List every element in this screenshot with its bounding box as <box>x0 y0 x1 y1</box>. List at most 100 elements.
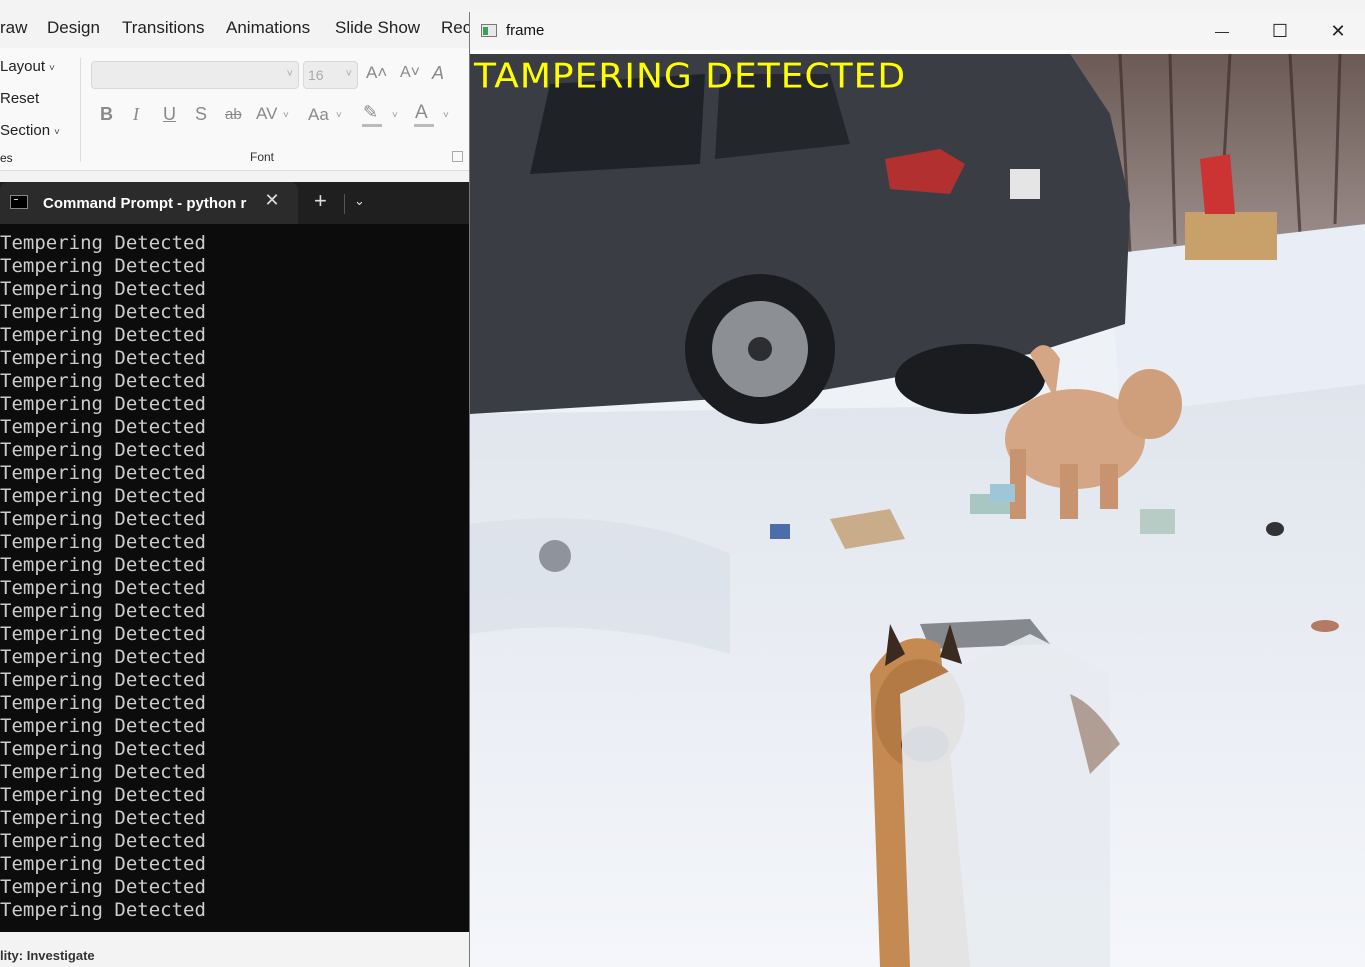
terminal-output-line: Tempering Detected <box>0 807 206 829</box>
terminal-output-line: Tempering Detected <box>0 577 206 599</box>
bold-button[interactable]: B <box>100 104 113 125</box>
terminal-output-line: Tempering Detected <box>0 278 206 300</box>
terminal-output-line: Tempering Detected <box>0 324 206 346</box>
chevron-down-icon: ˅ <box>286 68 293 80</box>
terminal-output-line: Tempering Detected <box>0 554 206 576</box>
close-button[interactable]: ✕ <box>1309 12 1365 50</box>
highlight-color-icon[interactable]: ✎ <box>363 102 378 123</box>
group-divider <box>80 58 81 162</box>
change-case-button[interactable]: Aa <box>308 105 329 125</box>
font-size-value: 16 <box>308 67 324 83</box>
font-color-button[interactable]: A <box>415 102 428 124</box>
font-color-swatch <box>414 124 434 127</box>
terminal-output-line: Tempering Detected <box>0 255 206 277</box>
terminal-output-line: Tempering Detected <box>0 830 206 852</box>
frame-window: frame — ☐ ✕ TAMPERING DETECTED <box>469 12 1365 967</box>
character-spacing-button[interactable]: AV <box>256 104 277 124</box>
terminal-output-line: Tempering Detected <box>0 784 206 806</box>
terminal-output-line: Tempering Detected <box>0 853 206 875</box>
chevron-down-icon: ˅ <box>54 127 60 138</box>
tab-design[interactable]: Design <box>47 18 100 38</box>
tab-draw[interactable]: raw <box>0 18 27 38</box>
terminal-output-line: Tempering Detected <box>0 485 206 507</box>
terminal-output-line: Tempering Detected <box>0 370 206 392</box>
terminal-output-line: Tempering Detected <box>0 692 206 714</box>
terminal-output-line: Tempering Detected <box>0 416 206 438</box>
clear-formatting-button[interactable]: A <box>432 63 444 84</box>
reset-button[interactable]: Reset <box>0 90 39 107</box>
chevron-down-icon: ˅ <box>345 68 352 80</box>
terminal-tab[interactable]: Command Prompt - python r ✕ <box>0 182 298 224</box>
frame-window-title: frame <box>506 22 545 39</box>
ribbon-panel: Layout ˅ Reset Section ˅ es ˅ 16 ˅ A˄ A˅ A… <box>0 48 470 171</box>
frame-titlebar[interactable]: frame — ☐ ✕ <box>470 12 1365 50</box>
terminal-output-line: Tempering Detected <box>0 738 206 760</box>
terminal-output-line: Tempering Detected <box>0 876 206 898</box>
grow-font-button[interactable]: A˄ <box>366 63 387 83</box>
dialog-launcher-icon[interactable] <box>452 151 463 162</box>
new-tab-button[interactable]: + <box>314 188 327 214</box>
accessibility-status[interactable]: lity: Investigate <box>0 948 95 963</box>
terminal-output-line: Tempering Detected <box>0 462 206 484</box>
strikethrough-button[interactable]: ab <box>225 106 242 123</box>
tab-slide-show[interactable]: Slide Show <box>335 18 420 38</box>
chevron-down-icon[interactable]: ⌄ <box>354 193 365 209</box>
terminal-output-line: Tempering Detected <box>0 899 206 921</box>
terminal-output-line: Tempering Detected <box>0 623 206 645</box>
chevron-down-icon: ˅ <box>392 110 398 121</box>
font-name-combo[interactable]: ˅ <box>91 61 299 89</box>
license-plate <box>1010 169 1040 199</box>
close-icon[interactable]: ✕ <box>262 190 282 211</box>
tab-animations[interactable]: Animations <box>226 18 310 38</box>
terminal-output-line: Tempering Detected <box>0 301 206 323</box>
tab-record[interactable]: Rec <box>441 18 471 38</box>
font-group-label: Font <box>250 150 275 164</box>
terminal-window: Command Prompt - python r ✕ + ⌄ Temperin… <box>0 182 470 932</box>
shepherd-dog <box>870 624 1120 967</box>
layout-label: Layout <box>0 58 46 75</box>
maximize-button[interactable]: ☐ <box>1251 12 1309 50</box>
text-shadow-button[interactable]: S <box>195 104 207 125</box>
window-app-icon <box>481 24 497 37</box>
shrink-font-button[interactable]: A˅ <box>400 64 420 82</box>
command-prompt-icon <box>10 195 28 209</box>
cardboard-box <box>1185 212 1277 260</box>
terminal-output-line: Tempering Detected <box>0 508 206 530</box>
layout-button[interactable]: Layout ˅ <box>0 58 55 75</box>
minimize-button[interactable]: — <box>1193 12 1251 50</box>
chevron-down-icon: ˅ <box>49 63 55 74</box>
tab-divider <box>344 194 345 214</box>
status-bar: lity: Investigate <box>0 940 470 967</box>
terminal-titlebar: Command Prompt - python r ✕ + ⌄ <box>0 182 470 224</box>
terminal-output-line: Tempering Detected <box>0 669 206 691</box>
terminal-output-line: Tempering Detected <box>0 347 206 369</box>
chevron-down-icon: ˅ <box>336 110 342 121</box>
terminal-output-line: Tempering Detected <box>0 531 206 553</box>
video-frame: TAMPERING DETECTED <box>470 54 1365 967</box>
section-label: Section <box>0 122 51 139</box>
tab-transitions[interactable]: Transitions <box>122 18 205 38</box>
highlight-color-swatch <box>362 124 382 127</box>
terminal-output-line: Tempering Detected <box>0 600 206 622</box>
terminal-tab-title: Command Prompt - python r <box>43 195 247 212</box>
italic-button[interactable]: I <box>133 104 139 125</box>
suv-vehicle <box>470 54 1130 424</box>
terminal-output-line: Tempering Detected <box>0 761 206 783</box>
ribbon-tabs: raw Design Transitions Animations Slide … <box>0 8 471 48</box>
terminal-output[interactable]: Tempering Detected Tempering Detected Temp… <box>0 232 470 922</box>
terminal-output-line: Tempering Detected <box>0 439 206 461</box>
font-size-combo[interactable]: 16 ˅ <box>303 61 358 89</box>
section-button[interactable]: Section ˅ <box>0 122 60 139</box>
chevron-down-icon: ˅ <box>283 110 289 121</box>
tampering-alert-overlay: TAMPERING DETECTED <box>474 57 907 96</box>
underline-button[interactable]: U <box>163 104 176 125</box>
reset-label: Reset <box>0 90 40 107</box>
terminal-output-line: Tempering Detected <box>0 646 206 668</box>
chevron-down-icon: ˅ <box>443 110 449 121</box>
terminal-output-line: Tempering Detected <box>0 393 206 415</box>
terminal-output-line: Tempering Detected <box>0 232 206 254</box>
terminal-output-line: Tempering Detected <box>0 715 206 737</box>
camera-scene-image <box>470 54 1365 967</box>
slides-group-label: es <box>0 151 13 165</box>
plastic-bag <box>900 634 1110 967</box>
